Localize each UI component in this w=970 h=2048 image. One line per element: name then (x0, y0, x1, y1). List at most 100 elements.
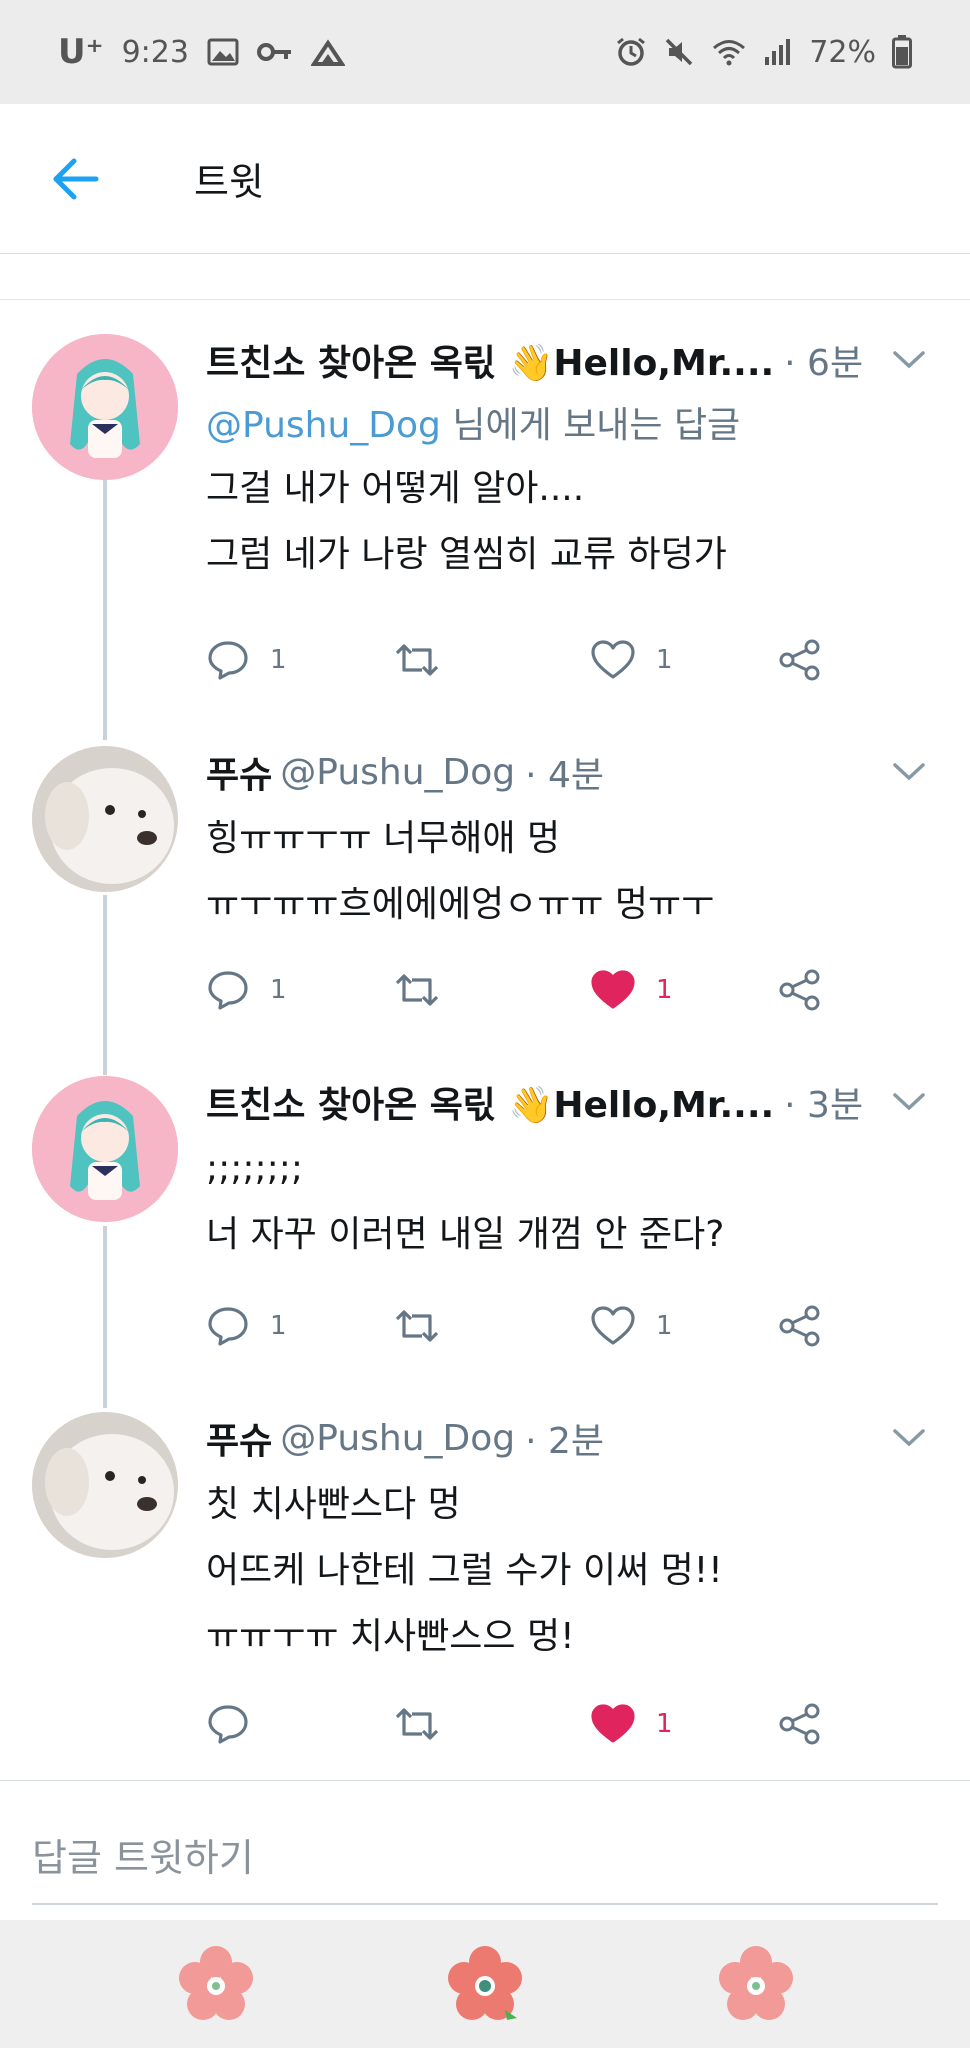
tweet-menu-button[interactable] (884, 1082, 934, 1122)
like-button[interactable]: 1 (590, 630, 673, 690)
tweet-body: 트친소 찾아온 옥릯 👋Hello,Mr.... · 3분 ;;;;;;;; 너… (206, 1072, 934, 1268)
retweet-button[interactable] (392, 630, 442, 690)
reply-to-line: @Pushu_Dog 님에게 보내는 답글 (206, 396, 934, 448)
reply-input-underline (32, 1903, 938, 1905)
author-name[interactable]: 트친소 찾아온 옥릯 👋Hello,Mr.... (206, 334, 774, 386)
alarm-icon (615, 36, 647, 68)
reply-count: 1 (270, 975, 287, 1005)
share-button[interactable] (778, 1296, 822, 1356)
status-left: U⁺ 9:23 (58, 32, 345, 72)
tweet-body: 푸슈 @Pushu_Dog · 4분 힝ㅠㅠㅜㅠ 너무해애 멍 ㅠㅜㅠㅠ흐에에에… (206, 742, 934, 938)
avatar[interactable] (32, 334, 178, 480)
share-button[interactable] (778, 960, 822, 1020)
share-icon (779, 639, 820, 681)
like-count: 1 (656, 1311, 673, 1341)
flower-icon (448, 1946, 522, 2020)
author-handle[interactable]: @Pushu_Dog (280, 1418, 515, 1459)
tweet-menu-button[interactable] (884, 1418, 934, 1458)
author-name[interactable]: 푸슈 (206, 1412, 272, 1464)
chevron-down-icon (893, 1429, 925, 1447)
like-count: 1 (656, 645, 673, 675)
tweet-text-line: 그걸 내가 어떻게 알아.... (206, 468, 585, 509)
tweet-text-line: 칫 치사빤스다 멍 (206, 1484, 461, 1525)
tweet-text-line: 그럼 네가 나랑 열씸히 교류 하덩가 (206, 534, 727, 575)
carrier-label: U⁺ (58, 32, 104, 72)
status-time: 9:23 (121, 34, 189, 70)
status-bar: U⁺ 9:23 72% (0, 0, 970, 104)
back-nav-button[interactable] (712, 1940, 800, 2028)
previous-tweet-peek (0, 254, 970, 300)
tweet-text-line: 힝ㅠㅠㅜㅠ 너무해애 멍 (206, 818, 561, 859)
reply-count: 1 (270, 1311, 287, 1341)
tweet-actions: 1 1 (206, 630, 826, 690)
heart-filled-icon (591, 970, 635, 1009)
author-name[interactable]: 트친소 찾아온 옥릯 👋Hello,Mr.... (206, 1076, 774, 1128)
reply-button[interactable]: 1 (206, 960, 287, 1020)
retweet-button[interactable] (392, 960, 442, 1020)
tweet-header: 트친소 찾아온 옥릯 👋Hello,Mr.... · 3분 (206, 1072, 934, 1132)
reply-icon (208, 1705, 248, 1744)
reply-button[interactable]: 1 (206, 1296, 287, 1356)
tweet-header: 트친소 찾아온 옥릯 👋Hello,Mr.... · 6분 (206, 330, 934, 390)
avatar[interactable] (32, 1076, 178, 1222)
reply-compose-area[interactable]: 답글 트윗하기 (0, 1780, 970, 1920)
cloud-icon (310, 37, 345, 67)
reply-button[interactable]: 1 (206, 630, 287, 690)
reply-to-mention[interactable]: @Pushu_Dog (206, 405, 441, 446)
battery-percent: 72% (809, 34, 876, 70)
tweet-text-line: 너 자꾸 이러면 내일 개껌 안 준다? (206, 1214, 725, 1255)
chevron-down-icon (893, 1093, 925, 1111)
reply-count: 1 (270, 645, 287, 675)
reply-icon (208, 641, 248, 680)
tweet-body: 푸슈 @Pushu_Dog · 2분 칫 치사빤스다 멍 어뜨케 나한테 그럴 … (206, 1408, 934, 1670)
retweet-icon (395, 1708, 439, 1740)
retweet-icon (395, 1310, 439, 1342)
reply-button[interactable] (206, 1694, 270, 1754)
recent-apps-button[interactable] (172, 1940, 260, 2028)
retweet-button[interactable] (392, 1296, 442, 1356)
share-button[interactable] (778, 1694, 822, 1754)
wifi-icon (711, 37, 747, 67)
key-icon (256, 40, 293, 64)
tweet-text: ;;;;;;;; 너 자꾸 이러면 내일 개껌 안 준다? (206, 1136, 934, 1268)
tweet-header: 푸슈 @Pushu_Dog · 2분 (206, 1408, 934, 1468)
flower-icon (179, 1946, 253, 2020)
avatar[interactable] (32, 1412, 178, 1558)
share-icon (779, 1703, 820, 1745)
avatar[interactable] (32, 746, 178, 892)
signal-icon (763, 37, 793, 67)
like-button[interactable]: 1 (590, 1296, 673, 1356)
reply-input-placeholder[interactable]: 답글 트윗하기 (32, 1827, 254, 1882)
tweet-text-line: 어뜨케 나한테 그럴 수가 이써 멍!! (206, 1550, 723, 1591)
tweet-menu-button[interactable] (884, 340, 934, 380)
tweet-text: 그걸 내가 어떻게 알아.... 그럼 네가 나랑 열씸히 교류 하덩가 (206, 456, 934, 588)
top-app-bar: 트윗 (0, 104, 970, 254)
heart-icon (591, 640, 635, 679)
tweet-text: 힝ㅠㅠㅜㅠ 너무해애 멍 ㅠㅜㅠㅠ흐에에에엉ㅇㅠㅠ 멍ㅠㅜ (206, 806, 934, 938)
tweet[interactable]: 트친소 찾아온 옥릯 👋Hello,Mr.... · 6분 @Pushu_Dog… (0, 300, 970, 724)
tweet-time: · 4분 (525, 755, 605, 796)
share-button[interactable] (778, 630, 822, 690)
retweet-icon (395, 974, 439, 1006)
tweet[interactable]: 트친소 찾아온 옥릯 👋Hello,Mr.... · 3분 ;;;;;;;; 너… (0, 1054, 970, 1390)
chevron-down-icon (893, 351, 925, 369)
home-button[interactable] (441, 1940, 529, 2028)
like-button[interactable]: 1 (590, 1694, 673, 1754)
retweet-icon (395, 644, 439, 676)
tweet-text-line: ㅠㅠㅜㅠ 치사빤스으 멍! (206, 1616, 575, 1657)
back-button[interactable] (0, 104, 150, 254)
tweet-time: · 6분 (784, 343, 864, 384)
like-count: 1 (656, 1709, 673, 1739)
retweet-button[interactable] (392, 1694, 442, 1754)
image-icon (207, 38, 239, 66)
tweet-header: 푸슈 @Pushu_Dog · 4분 (206, 742, 934, 802)
share-icon (779, 1305, 820, 1347)
tweet[interactable]: 푸슈 @Pushu_Dog · 2분 칫 치사빤스다 멍 어뜨케 나한테 그럴 … (0, 1390, 970, 1780)
author-handle[interactable]: @Pushu_Dog (280, 752, 515, 793)
tweet[interactable]: 푸슈 @Pushu_Dog · 4분 힝ㅠㅠㅜㅠ 너무해애 멍 ㅠㅜㅠㅠ흐에에에… (0, 724, 970, 1054)
share-icon (779, 969, 820, 1011)
author-name[interactable]: 푸슈 (206, 746, 272, 798)
tweet-text: 칫 치사빤스다 멍 어뜨케 나한테 그럴 수가 이써 멍!! ㅠㅠㅜㅠ 치사빤스… (206, 1472, 934, 1670)
like-button[interactable]: 1 (590, 960, 673, 1020)
tweet-menu-button[interactable] (884, 752, 934, 792)
